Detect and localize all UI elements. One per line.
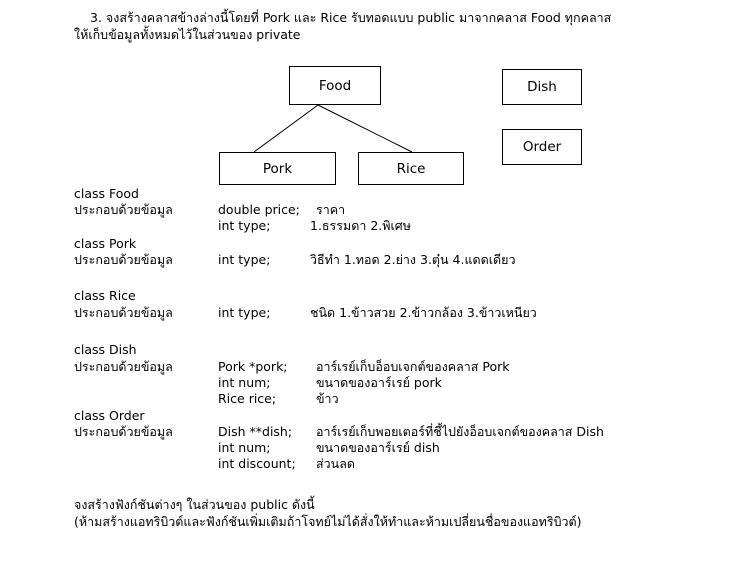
field-decl: Pork *pork;: [218, 359, 288, 374]
field-desc: ส่วนลด: [316, 456, 355, 471]
field-desc: ขนาดของอาร์เรย์ pork: [316, 375, 442, 390]
class-rice-label: ประกอบด้วยข้อมูล: [74, 305, 173, 320]
class-dish-label: ประกอบด้วยข้อมูล: [74, 359, 173, 374]
food-pork-line: [253, 104, 319, 153]
field-decl: int type;: [218, 305, 271, 320]
field-desc: ราคา: [316, 202, 346, 217]
footer-line-1: จงสร้างฟังก์ชันต่างๆ ในส่วนของ public ดั…: [74, 497, 315, 512]
field-desc: 1.ธรรมดา 2.พิเศษ: [310, 218, 411, 233]
dish-box: Dish: [502, 69, 582, 105]
field-desc: ชนิด 1.ข้าวสวย 2.ข้าวกล้อง 3.ข้าวเหนียว: [310, 305, 537, 320]
field-desc: อาร์เรย์เก็บพอยเตอร์ที่ชี้ไปยังอ็อบเจกต์…: [316, 424, 604, 439]
field-desc: วิธีทำ 1.ทอด 2.ย่าง 3.ตุ๋น 4.แดดเดียว: [310, 252, 516, 267]
field-decl: Rice rice;: [218, 391, 277, 406]
field-decl: int type;: [218, 218, 271, 233]
field-desc: ข้าว: [316, 391, 339, 406]
field-decl: Dish **dish;: [218, 424, 293, 439]
field-decl: int num;: [218, 375, 271, 390]
class-rice-header: class Rice: [74, 288, 136, 303]
field-desc: ขนาดของอาร์เรย์ dish: [316, 440, 440, 455]
rice-box: Rice: [358, 152, 464, 185]
class-order-header: class Order: [74, 408, 145, 423]
class-dish-header: class Dish: [74, 342, 137, 357]
class-order-label: ประกอบด้วยข้อมูล: [74, 424, 173, 439]
food-rice-line: [317, 104, 413, 153]
footer-line-2: (ห้ามสร้างแอทริบิวต์และฟังก์ชันเพิ่มเติม…: [74, 514, 582, 529]
field-decl: int type;: [218, 252, 271, 267]
field-decl: int num;: [218, 440, 271, 455]
pork-box: Pork: [219, 152, 336, 185]
field-decl: double price;: [218, 202, 300, 217]
field-desc: อาร์เรย์เก็บอ็อบเจกต์ของคลาส Pork: [316, 359, 510, 374]
field-decl: int discount;: [218, 456, 296, 471]
class-pork-label: ประกอบด้วยข้อมูล: [74, 252, 173, 267]
class-food-label: ประกอบด้วยข้อมูล: [74, 202, 173, 217]
order-box: Order: [502, 129, 582, 165]
class-food-header: class Food: [74, 186, 139, 201]
food-box: Food: [289, 66, 381, 105]
class-pork-header: class Pork: [74, 236, 137, 251]
